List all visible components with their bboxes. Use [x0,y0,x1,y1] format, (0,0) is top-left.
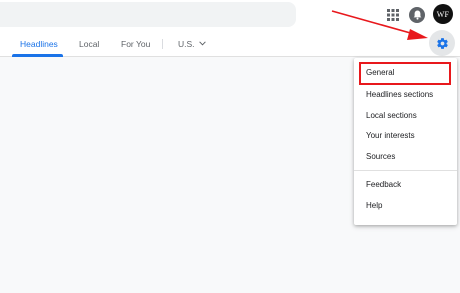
section-tabs: Headlines Local For You U.S. [0,30,460,57]
bell-icon [413,10,421,20]
chevron-down-icon [198,41,206,46]
tab-local[interactable]: Local [79,30,99,57]
menu-item-label: Headlines sections [366,89,434,99]
menu-item-label: Your interests [366,130,415,140]
tab-label: U.S. [178,38,195,49]
tab-for-you[interactable]: For You [121,30,150,57]
menu-item-your-interests[interactable]: Your interests [354,125,457,145]
menu-item-label: Help [366,200,383,210]
top-bar: WF [0,0,460,30]
tab-headlines[interactable]: Headlines [20,30,58,57]
tab-divider [162,39,163,49]
avatar-initials: WF [436,9,450,19]
menu-item-help[interactable]: Help [354,195,457,215]
tab-us[interactable]: U.S. [178,30,206,57]
tab-label: Headlines [20,38,58,49]
active-tab-indicator [12,54,63,57]
tab-label: For You [121,38,151,49]
menu-item-sources[interactable]: Sources [354,146,457,166]
apps-grid-icon[interactable] [387,9,399,21]
menu-item-label: Local sections [366,110,417,120]
search-box[interactable] [0,2,296,27]
notifications-button[interactable] [409,7,425,23]
menu-item-headlines-sections[interactable]: Headlines sections [354,84,457,104]
gear-icon [436,37,448,49]
menu-item-label: Sources [366,151,396,161]
account-avatar[interactable]: WF [433,4,453,24]
menu-item-feedback[interactable]: Feedback [354,174,457,194]
annotation-highlight-box [359,62,451,85]
menu-item-local-sections[interactable]: Local sections [354,105,457,125]
tab-label: Local [79,38,100,49]
menu-divider [354,170,457,171]
settings-button[interactable] [429,30,455,56]
menu-item-label: Feedback [366,179,402,189]
